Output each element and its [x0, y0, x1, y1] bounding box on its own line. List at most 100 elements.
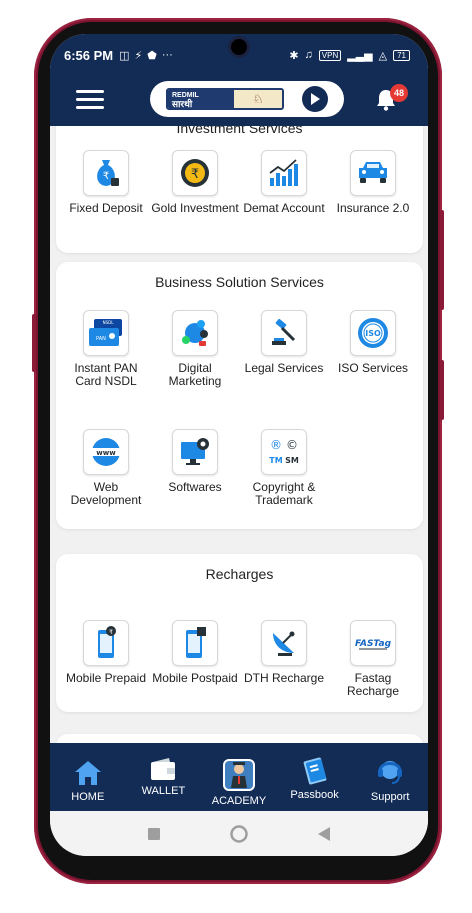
nav-academy[interactable]: ACADEMY: [204, 757, 274, 807]
investment-services-card: Investment Services ₹ Fixed Deposit ₹ Go…: [56, 126, 423, 253]
nav-passbook[interactable]: Passbook: [280, 755, 350, 801]
service-softwares[interactable]: Softwares: [151, 429, 239, 494]
front-camera: [228, 36, 250, 58]
svg-text:₹: ₹: [191, 167, 199, 182]
logo-name: सारथी: [172, 99, 193, 109]
status-left-icons: ◫ ⚡ ⬟ ···: [119, 49, 173, 62]
service-mobile-postpaid[interactable]: Mobile Postpaid: [151, 620, 239, 685]
academy-icon: [222, 759, 255, 791]
next-services-card: [56, 734, 423, 743]
svg-text:FASTag: FASTag: [355, 639, 392, 649]
vpn-badge: VPN: [318, 49, 342, 61]
status-time: 6:56 PM: [64, 47, 114, 63]
copyright-trademark-icon: ® © TM SM: [261, 429, 307, 475]
mute-bell-icon: ♫: [304, 49, 313, 61]
svg-text:®: ®: [270, 438, 282, 452]
signal-icon: ▂▃▅: [347, 49, 373, 62]
service-mobile-prepaid[interactable]: ₹ Mobile Prepaid: [62, 620, 150, 685]
social-media-icon: [172, 310, 218, 356]
service-label: Instant PAN Card NSDL: [74, 361, 138, 388]
nav-wallet-label: WALLET: [141, 785, 186, 797]
svg-text:₹: ₹: [109, 629, 113, 636]
svg-text:PAN: PAN: [96, 336, 106, 342]
home-circle-icon[interactable]: [230, 824, 248, 843]
service-copyright-trademark[interactable]: ® © TM SM Copyright & Trademark: [240, 429, 328, 507]
play-icon[interactable]: [302, 86, 328, 112]
money-bag-icon: ₹: [83, 150, 129, 196]
service-label: Gold Investment: [151, 201, 239, 215]
more-dots: ···: [161, 49, 173, 61]
service-digital-marketing[interactable]: Digital Marketing: [151, 310, 239, 388]
service-label: Fixed Deposit: [69, 201, 143, 215]
system-navigation-bar: [50, 811, 428, 856]
service-gold-investment[interactable]: ₹ Gold Investment: [151, 150, 239, 215]
service-label: Web Development: [70, 480, 142, 507]
logo-banner[interactable]: REDMIL सारथी ♘: [150, 81, 344, 117]
notification-badge: 48: [390, 84, 408, 102]
back-icon[interactable]: [318, 826, 330, 841]
services-content[interactable]: Investment Services ₹ Fixed Deposit ₹ Go…: [50, 126, 428, 743]
service-label: Mobile Postpaid: [152, 671, 238, 685]
service-instant-pan[interactable]: NSDL PAN Instant PAN Card NSDL: [62, 310, 150, 388]
passbook-icon: [303, 757, 326, 785]
power-button: [440, 210, 444, 310]
wifi-icon: ◬: [378, 49, 388, 62]
service-label: Demat Account: [243, 201, 325, 215]
svg-text:TM: TM: [269, 456, 282, 465]
nav-support-label: Support: [370, 791, 410, 803]
nav-home[interactable]: HOME: [53, 757, 123, 803]
volume-button: [32, 314, 36, 372]
cast-icon: ◫: [119, 49, 130, 62]
nav-support[interactable]: Support: [355, 757, 425, 803]
iso-badge-icon: ISO: [350, 310, 396, 356]
app-header: REDMIL सारथी ♘ 48: [50, 76, 428, 126]
svg-text:NSDL: NSDL: [103, 320, 115, 325]
bar-chart-icon: [261, 150, 307, 196]
shield-icon: ⬟: [147, 49, 157, 62]
service-iso[interactable]: ISO ISO Services: [329, 310, 417, 375]
nav-wallet[interactable]: WALLET: [128, 751, 198, 797]
service-legal[interactable]: Legal Services: [240, 310, 328, 375]
service-demat-account[interactable]: Demat Account: [240, 150, 328, 215]
service-fixed-deposit[interactable]: ₹ Fixed Deposit: [62, 150, 150, 215]
investment-services-title: Investment Services: [176, 126, 303, 136]
side-button: [440, 360, 444, 420]
chariot-icon: ♘: [234, 90, 282, 108]
battery-icon: 71: [393, 49, 410, 61]
service-label: ISO Services: [337, 361, 409, 375]
gavel-icon: [261, 310, 307, 356]
business-services-title: Business Solution Services: [155, 274, 324, 290]
service-web-development[interactable]: www Web Development: [62, 429, 150, 507]
bluetooth-icon: ✱: [289, 49, 299, 62]
bottom-navigation: HOME WALLET ACADEMY Passbook Support: [50, 743, 428, 811]
recents-icon[interactable]: [148, 827, 160, 840]
svg-text:SM: SM: [285, 456, 299, 465]
service-label: DTH Recharge: [243, 671, 325, 685]
menu-icon[interactable]: [76, 90, 104, 110]
service-label: Digital Marketing: [168, 361, 222, 388]
pan-card-icon: NSDL PAN: [83, 310, 129, 356]
gold-coin-icon: ₹: [172, 150, 218, 196]
mobile-postpaid-icon: [172, 620, 218, 666]
app-screen: 6:56 PM ◫ ⚡ ⬟ ··· ✱ ♫ VPN ▂▃▅ ◬ 71 REDMI…: [50, 34, 428, 856]
nav-home-label: HOME: [71, 791, 105, 803]
service-label: Legal Services: [244, 361, 324, 375]
mobile-prepaid-icon: ₹: [83, 620, 129, 666]
recharges-title: Recharges: [205, 566, 274, 582]
status-right-icons: ✱ ♫ VPN ▂▃▅ ◬ 71: [289, 49, 410, 62]
www-globe-icon: www: [83, 429, 129, 475]
service-label: Copyright & Trademark: [252, 480, 316, 507]
service-insurance[interactable]: Insurance 2.0: [329, 150, 417, 215]
satellite-dish-icon: [261, 620, 307, 666]
monitor-gear-icon: [172, 429, 218, 475]
bolt-icon: ⚡: [134, 49, 143, 62]
fastag-icon: FASTag: [350, 620, 396, 666]
home-icon: [74, 761, 101, 785]
service-label: Softwares: [168, 480, 222, 494]
business-services-card: Business Solution Services NSDL PAN Inst…: [56, 262, 423, 529]
service-dth-recharge[interactable]: DTH Recharge: [240, 620, 328, 685]
service-fastag-recharge[interactable]: FASTag Fastag Recharge: [329, 620, 417, 698]
svg-text:www: www: [96, 449, 116, 457]
service-label: Fastag Recharge: [346, 671, 400, 698]
recharges-card: Recharges ₹ Mobile Prepaid Mobile Postpa…: [56, 554, 423, 712]
